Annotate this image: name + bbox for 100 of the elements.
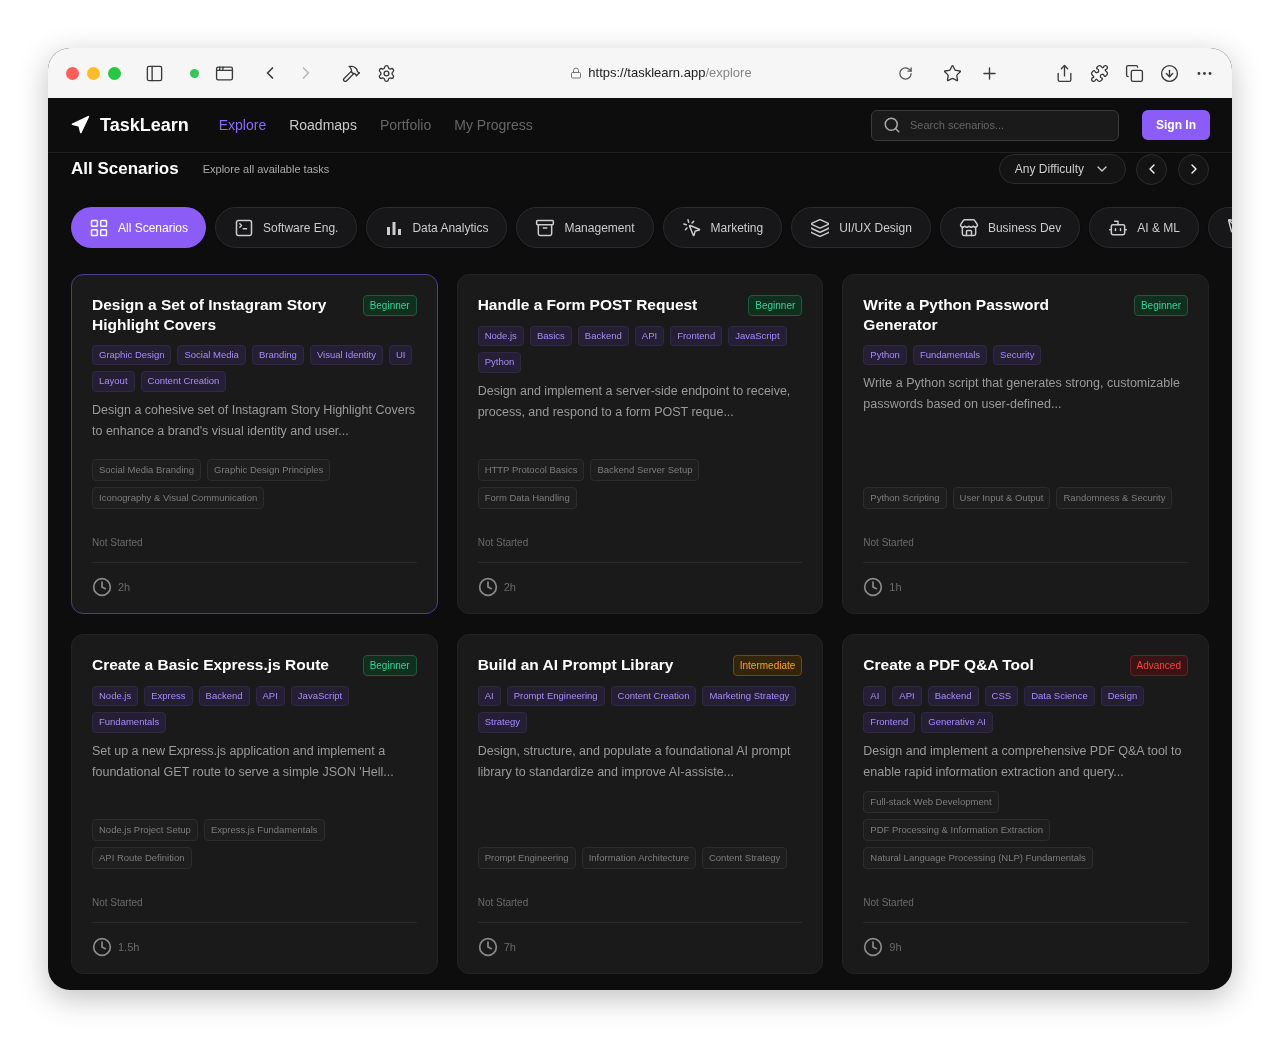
category-chip[interactable]: Management xyxy=(516,207,654,248)
clock-icon xyxy=(92,577,112,597)
topic-tag: Graphic Design xyxy=(92,345,172,366)
topic-tag: API xyxy=(634,326,665,347)
topic-tag: AI xyxy=(863,686,887,707)
status-text: Not Started xyxy=(863,896,915,911)
share-icon[interactable] xyxy=(1055,63,1074,83)
card-description: Design, structure, and populate a foundational AI prompt library to standardize and improve AI-assiste... xyxy=(477,742,792,781)
clock-icon xyxy=(477,577,498,597)
page-subtitle: Explore all available tasks xyxy=(202,161,330,177)
status-text: Not Started xyxy=(863,536,915,550)
topic-tag: CSS xyxy=(984,686,1019,707)
pointer-click-icon xyxy=(681,217,702,238)
category-chip[interactable]: All Scenarios xyxy=(71,207,207,248)
duration-text: 2h xyxy=(118,579,131,595)
skill-tag: Natural Language Processing (NLP) Fundamentals xyxy=(863,847,1093,870)
storefront-icon xyxy=(958,217,979,238)
category-chip[interactable]: Data Analytics xyxy=(366,207,508,248)
topic-tag: Content Creation xyxy=(610,686,697,707)
duration-text: 1.5h xyxy=(118,939,140,955)
scenario-card[interactable] xyxy=(842,274,1209,614)
topic-tag: UI xyxy=(388,345,413,366)
skill-tag: Iconography & Visual Communication xyxy=(92,486,265,509)
nav-link[interactable]: Roadmaps xyxy=(289,114,357,136)
topic-tag: Branding xyxy=(251,345,304,366)
category-chip[interactable]: Business Dev xyxy=(939,207,1081,248)
topic-tag: Express xyxy=(144,686,193,707)
topic-tag: Backend xyxy=(198,686,250,707)
tab-window-icon[interactable] xyxy=(215,63,234,83)
scenario-card[interactable] xyxy=(456,634,824,974)
category-chip[interactable]: UI/UX Design xyxy=(791,207,931,248)
hammer-icon[interactable] xyxy=(342,63,361,83)
status-text: Not Started xyxy=(477,896,530,910)
skill-tag: Graphic Design Principles xyxy=(207,458,331,481)
topic-tag: Node.js xyxy=(92,686,139,707)
topic-tag: Backend xyxy=(577,326,629,347)
topic-tag: JavaScript xyxy=(728,326,787,347)
topic-tag: API xyxy=(892,686,922,707)
scroll-left-button[interactable] xyxy=(1136,153,1167,185)
puzzle-icon[interactable] xyxy=(1090,63,1109,83)
topic-tag: Frontend xyxy=(670,326,723,347)
topic-tag: Marketing Strategy xyxy=(702,686,797,707)
scroll-right-button[interactable] xyxy=(1178,153,1209,185)
topic-tag: AI xyxy=(477,686,501,707)
terminal-icon xyxy=(234,217,255,238)
topic-tag: Design xyxy=(1100,686,1145,707)
topic-tag: Python xyxy=(477,352,522,373)
duration-text: 2h xyxy=(503,579,516,595)
gear-icon[interactable] xyxy=(377,63,396,83)
difficulty-dropdown[interactable]: Any Difficulty xyxy=(998,154,1126,184)
card-title: Build an AI Prompt Library xyxy=(477,655,674,675)
topic-tag: Fundamentals xyxy=(92,712,167,733)
category-chip[interactable]: Marketing xyxy=(662,207,783,248)
difficulty-badge: Beginner xyxy=(362,655,417,676)
topic-tag: API xyxy=(255,686,285,707)
topic-tag: Prompt Engineering xyxy=(506,686,605,707)
skill-tag: PDF Processing & Information Extraction xyxy=(863,818,1050,841)
scenario-card[interactable] xyxy=(71,634,438,974)
card-description: Design and implement a comprehensive PDF Q&A tool to enable rapid information extraction and query... xyxy=(863,742,1183,781)
category-chip[interactable]: Software Eng. xyxy=(215,207,358,248)
reload-icon[interactable] xyxy=(898,65,913,81)
sidebar-icon[interactable] xyxy=(145,63,164,83)
nav-link[interactable]: Explore xyxy=(218,114,267,136)
skill-tag: Randomness & Security xyxy=(1056,486,1173,509)
card-title: Create a PDF Q&A Tool xyxy=(863,655,1034,675)
duration-text: 9h xyxy=(889,940,902,955)
scenario-card[interactable] xyxy=(71,274,438,614)
search-field[interactable]: Search scenarios... xyxy=(871,109,1119,141)
card-description: Design and implement a server-side endpoint to receive, process, and respond to a form POST reque... xyxy=(477,382,792,421)
scenario-card[interactable] xyxy=(842,634,1209,974)
status-text: Not Started xyxy=(477,536,530,550)
star-icon[interactable] xyxy=(943,63,962,83)
difficulty-badge: Beginner xyxy=(362,295,417,316)
card-title: Create a Basic Express.js Route xyxy=(92,655,329,675)
tabs-icon[interactable] xyxy=(1125,63,1144,83)
category-chip[interactable]: AI & ML xyxy=(1089,207,1199,248)
page-title: All Scenarios xyxy=(71,158,179,181)
topic-tag: Strategy xyxy=(477,712,528,733)
brand-name[interactable]: TaskLearn xyxy=(100,111,189,139)
status-text: Not Started xyxy=(92,896,144,910)
clock-icon xyxy=(477,937,498,957)
difficulty-badge: Intermediate xyxy=(732,655,803,676)
topic-tag: Fundamentals xyxy=(912,345,988,366)
clock-icon xyxy=(863,577,884,597)
url-host: https://tasklearn.app xyxy=(588,65,706,81)
sign-in-button[interactable]: Sign In xyxy=(1142,110,1210,140)
difficulty-badge: Advanced xyxy=(1129,655,1188,676)
topic-tag: Content Creation xyxy=(140,371,227,392)
address-bar[interactable]: https://tasklearn.app/explore xyxy=(426,56,896,90)
search-icon xyxy=(883,115,901,134)
skill-tag: Social Media Branding xyxy=(92,458,202,481)
card-title: Write a Python Password Generator xyxy=(863,295,1051,335)
download-icon[interactable] xyxy=(1160,63,1179,83)
skill-tag: Form Data Handling xyxy=(477,486,577,509)
card-description: Write a Python script that generates strong, customizable passwords based on user-defined... xyxy=(863,375,1181,414)
topic-tag: Node.js xyxy=(477,326,524,347)
close-window-button[interactable] xyxy=(66,66,79,80)
topic-tag: Basics xyxy=(529,326,572,347)
grid-icon xyxy=(89,217,109,238)
scenario-card[interactable] xyxy=(456,274,824,614)
